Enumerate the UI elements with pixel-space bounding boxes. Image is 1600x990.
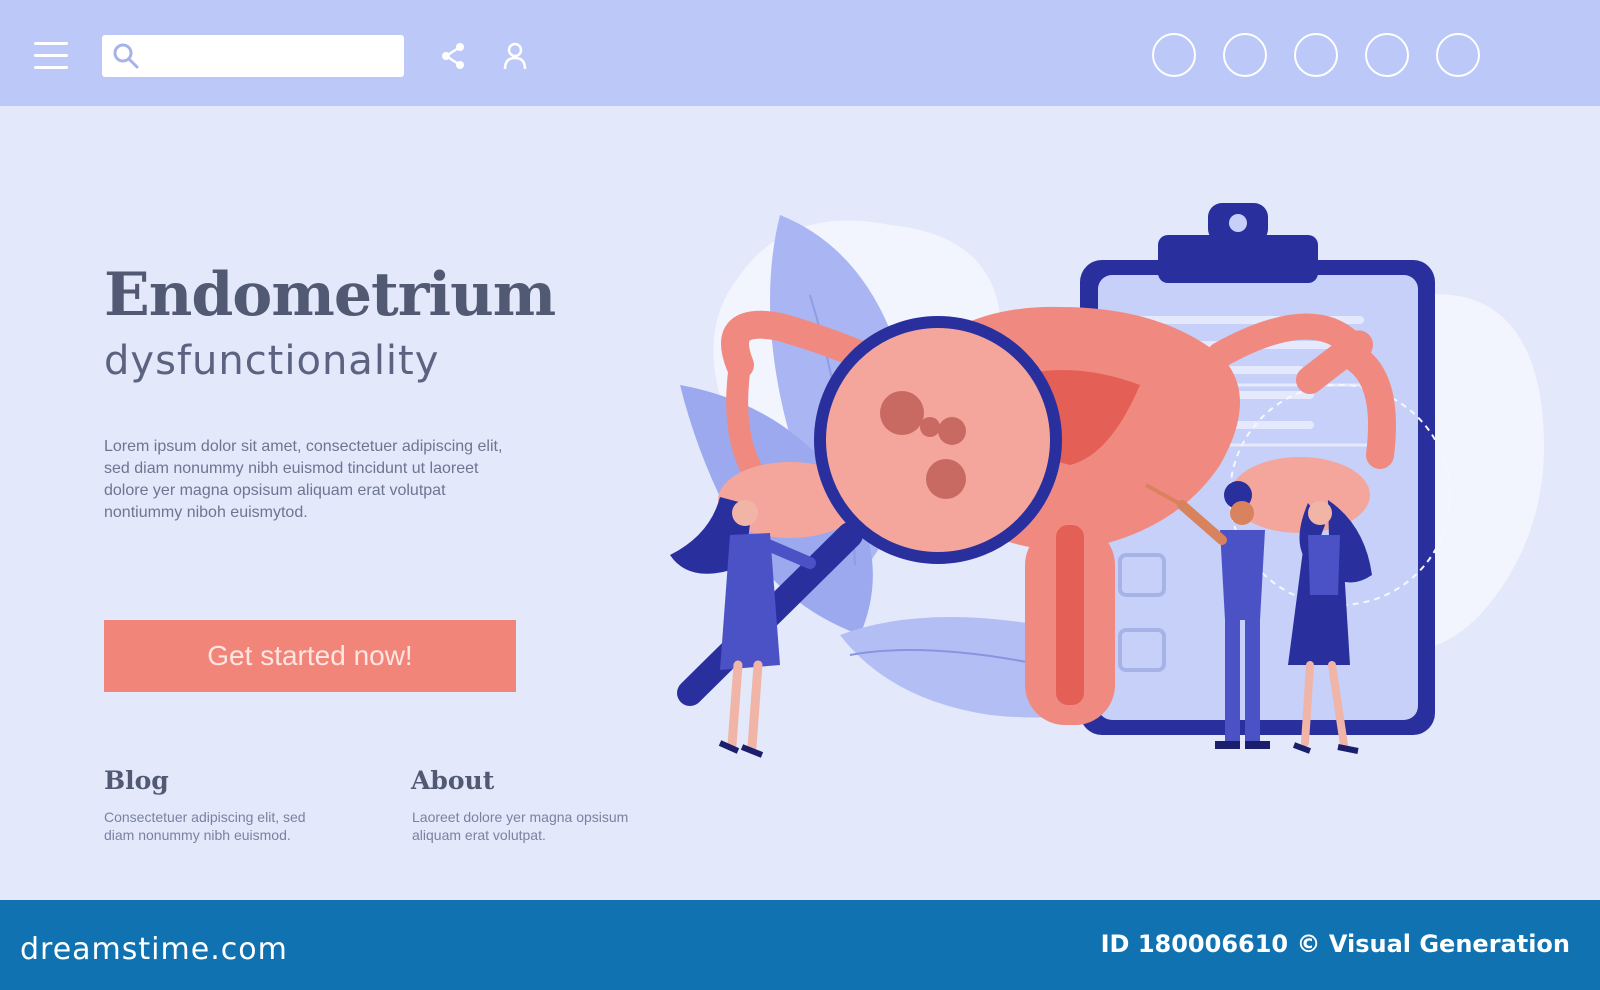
- share-icon[interactable]: [440, 42, 466, 70]
- hero-subtitle: dysfunctionality: [104, 338, 440, 384]
- search-box[interactable]: [102, 35, 404, 77]
- search-input[interactable]: [148, 41, 392, 71]
- blog-link[interactable]: Blog: [104, 766, 169, 795]
- blog-description: Consectetuer adipiscing elit, sed diam n…: [104, 809, 306, 843]
- nav-circle-5[interactable]: [1436, 33, 1480, 77]
- about-link[interactable]: About: [411, 766, 494, 795]
- hero-body-text: Lorem ipsum dolor sit amet, consectetuer…: [104, 438, 503, 521]
- search-icon: [113, 43, 139, 69]
- nav-circle-3[interactable]: [1294, 33, 1338, 77]
- nav-circle-1[interactable]: [1152, 33, 1196, 77]
- user-icon[interactable]: [503, 42, 527, 70]
- hero-title: Endometrium: [104, 260, 556, 330]
- about-description: Laoreet dolore yer magna opsisum aliquam…: [412, 809, 629, 843]
- get-started-button[interactable]: Get started now!: [104, 620, 516, 692]
- nav-circle-group: [1152, 33, 1480, 77]
- nav-circle-4[interactable]: [1365, 33, 1409, 77]
- uterus-illustration: [670, 203, 1544, 758]
- watermark-id-text: ID 180006610 © Visual Generation: [1100, 930, 1570, 958]
- hamburger-menu-icon[interactable]: [34, 42, 68, 70]
- watermark-logo: dreamstime.com: [20, 932, 288, 967]
- nav-circle-2[interactable]: [1223, 33, 1267, 77]
- top-navbar: [0, 0, 1600, 106]
